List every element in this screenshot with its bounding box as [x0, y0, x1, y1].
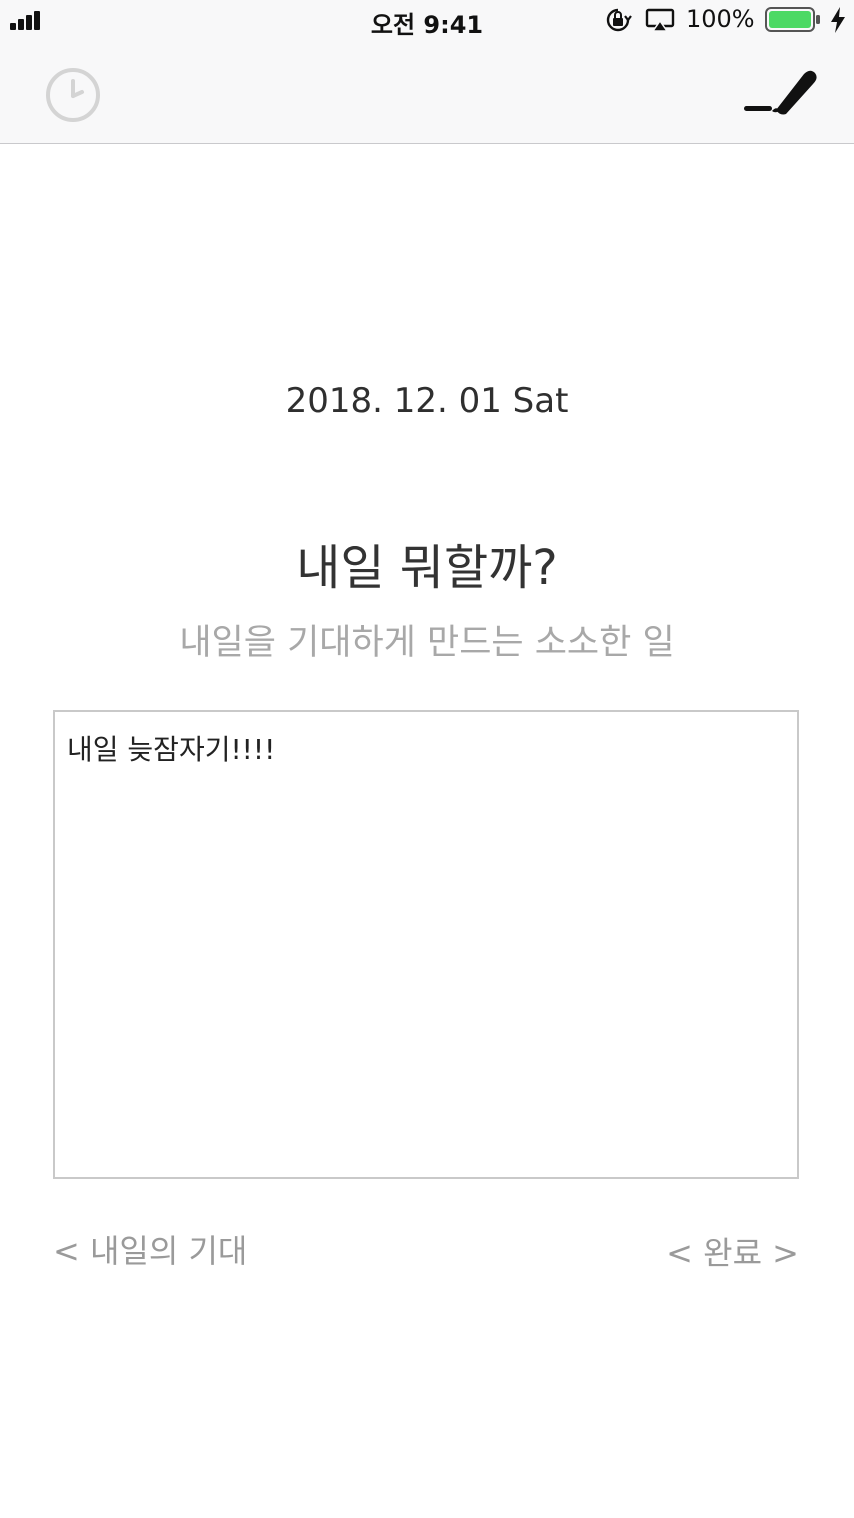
page-subtitle: 내일을 기대하게 만드는 소소한 일 — [179, 623, 675, 663]
page-title: 내일 뭐할까? — [296, 540, 558, 596]
status-bar: 오전 9:41 100% — [0, 0, 854, 40]
navigation-bar — [0, 40, 854, 144]
screen: 오전 9:41 100% 2018. 12. 01 Sat 내일 뭐할까? 내일… — [0, 0, 854, 1518]
battery-icon — [765, 7, 820, 32]
entry-text-input[interactable]: 내일 늦잠자기!!!! — [53, 710, 799, 1179]
airplay-icon — [645, 8, 675, 32]
charging-icon — [831, 7, 845, 33]
done-button[interactable]: < 완료 > — [666, 1228, 799, 1274]
pen-icon[interactable] — [742, 66, 818, 120]
entry-date: 2018. 12. 01 Sat — [285, 381, 569, 421]
clock-icon[interactable] — [44, 66, 102, 124]
battery-percentage: 100% — [686, 5, 755, 33]
rotation-lock-icon — [606, 8, 632, 32]
previous-button[interactable]: < 내일의 기대 — [53, 1226, 247, 1272]
